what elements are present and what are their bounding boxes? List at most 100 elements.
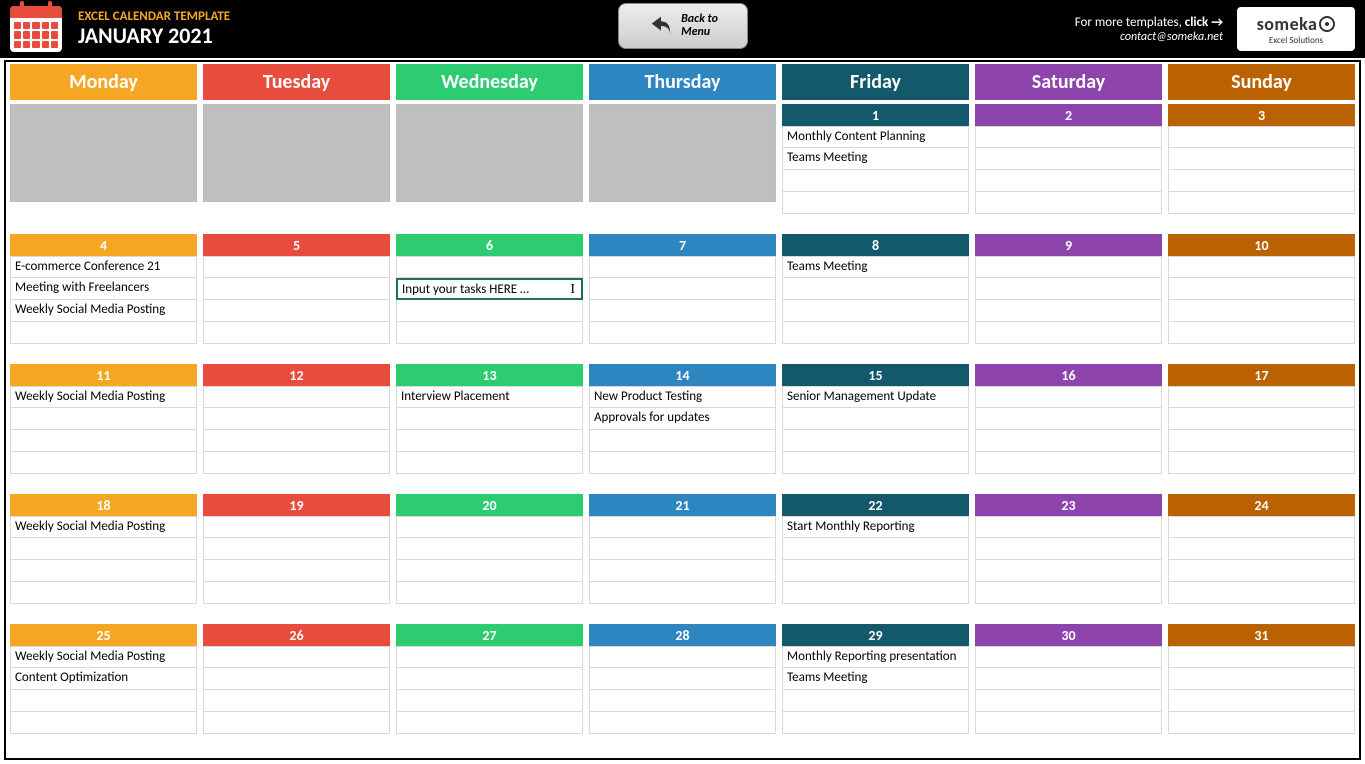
task-cell[interactable] [396, 408, 583, 430]
task-cell[interactable] [396, 712, 583, 734]
task-cell[interactable] [1168, 126, 1355, 148]
task-cell[interactable] [782, 408, 969, 430]
task-cell[interactable]: Teams Meeting [782, 668, 969, 690]
task-cell[interactable]: Interview Placement [396, 386, 583, 408]
task-cell[interactable] [975, 170, 1162, 192]
task-cell[interactable] [782, 538, 969, 560]
task-cell[interactable] [10, 408, 197, 430]
task-cell[interactable] [782, 170, 969, 192]
task-cell[interactable] [1168, 690, 1355, 712]
task-cell[interactable] [10, 690, 197, 712]
task-cell[interactable] [203, 668, 390, 690]
task-cell[interactable] [975, 646, 1162, 668]
task-cell[interactable]: Input your tasks HERE …I [396, 278, 583, 300]
task-cell[interactable]: Content Optimization [10, 668, 197, 690]
task-cell[interactable]: E-commerce Conference 21 [10, 256, 197, 278]
task-cell[interactable] [1168, 278, 1355, 300]
task-cell[interactable] [203, 278, 390, 300]
task-cell[interactable] [10, 452, 197, 474]
task-cell[interactable] [1168, 386, 1355, 408]
task-cell[interactable] [203, 430, 390, 452]
task-cell[interactable] [203, 646, 390, 668]
task-cell[interactable] [1168, 538, 1355, 560]
task-cell[interactable] [782, 430, 969, 452]
task-cell[interactable] [975, 560, 1162, 582]
task-cell[interactable] [975, 538, 1162, 560]
task-cell[interactable] [396, 256, 583, 278]
task-cell[interactable] [975, 668, 1162, 690]
task-cell[interactable] [10, 712, 197, 734]
task-cell[interactable] [1168, 452, 1355, 474]
task-cell[interactable] [782, 712, 969, 734]
task-cell[interactable] [975, 582, 1162, 604]
task-cell[interactable] [203, 322, 390, 344]
task-cell[interactable]: Monthly Reporting presentation [782, 646, 969, 668]
task-cell[interactable] [975, 256, 1162, 278]
task-cell[interactable] [203, 690, 390, 712]
task-cell[interactable] [396, 430, 583, 452]
task-cell[interactable]: Monthly Content Planning [782, 126, 969, 148]
task-cell[interactable] [975, 386, 1162, 408]
task-cell[interactable] [10, 582, 197, 604]
task-cell[interactable] [396, 560, 583, 582]
task-cell[interactable] [396, 582, 583, 604]
task-cell[interactable] [782, 690, 969, 712]
task-cell[interactable]: Teams Meeting [782, 148, 969, 170]
task-cell[interactable] [975, 408, 1162, 430]
task-cell[interactable] [396, 690, 583, 712]
task-cell[interactable] [1168, 148, 1355, 170]
task-cell[interactable] [975, 192, 1162, 214]
task-cell[interactable] [1168, 560, 1355, 582]
someka-logo[interactable]: someka Excel Solutions [1237, 7, 1355, 51]
task-cell[interactable] [782, 300, 969, 322]
task-cell[interactable] [975, 516, 1162, 538]
task-cell[interactable] [975, 126, 1162, 148]
task-cell[interactable]: Weekly Social Media Posting [10, 516, 197, 538]
task-cell[interactable] [203, 712, 390, 734]
task-cell[interactable] [975, 148, 1162, 170]
task-cell[interactable]: Weekly Social Media Posting [10, 386, 197, 408]
task-cell[interactable] [782, 560, 969, 582]
task-cell[interactable] [589, 712, 776, 734]
task-cell[interactable] [396, 452, 583, 474]
task-cell[interactable] [203, 582, 390, 604]
task-cell[interactable] [975, 452, 1162, 474]
task-cell[interactable] [975, 690, 1162, 712]
task-cell[interactable] [396, 322, 583, 344]
task-cell[interactable]: Meeting with Freelancers [10, 278, 197, 300]
task-cell[interactable]: Start Monthly Reporting [782, 516, 969, 538]
task-cell[interactable] [975, 712, 1162, 734]
task-cell[interactable] [396, 516, 583, 538]
task-cell[interactable] [975, 430, 1162, 452]
task-cell[interactable] [589, 452, 776, 474]
task-cell[interactable] [589, 582, 776, 604]
task-cell[interactable] [203, 452, 390, 474]
task-cell[interactable] [589, 430, 776, 452]
task-cell[interactable] [396, 538, 583, 560]
task-cell[interactable] [589, 278, 776, 300]
task-cell[interactable] [203, 560, 390, 582]
task-cell[interactable] [589, 560, 776, 582]
task-cell[interactable] [1168, 712, 1355, 734]
task-cell[interactable] [1168, 300, 1355, 322]
task-cell[interactable] [589, 322, 776, 344]
task-cell[interactable] [589, 690, 776, 712]
task-cell[interactable] [782, 582, 969, 604]
task-cell[interactable] [396, 646, 583, 668]
task-cell[interactable]: Teams Meeting [782, 256, 969, 278]
task-cell[interactable]: Weekly Social Media Posting [10, 646, 197, 668]
task-cell[interactable] [975, 322, 1162, 344]
contact-email[interactable]: contact@someka.net [1075, 30, 1223, 44]
task-cell[interactable] [975, 300, 1162, 322]
task-cell[interactable] [203, 516, 390, 538]
task-cell[interactable] [1168, 192, 1355, 214]
task-cell[interactable] [589, 300, 776, 322]
task-cell[interactable] [1168, 646, 1355, 668]
task-cell[interactable] [1168, 256, 1355, 278]
task-cell[interactable] [1168, 668, 1355, 690]
task-cell[interactable] [10, 538, 197, 560]
task-cell[interactable] [203, 538, 390, 560]
task-cell[interactable] [1168, 170, 1355, 192]
more-templates-link[interactable]: For more templates, click → [1075, 15, 1223, 30]
task-cell[interactable] [782, 192, 969, 214]
